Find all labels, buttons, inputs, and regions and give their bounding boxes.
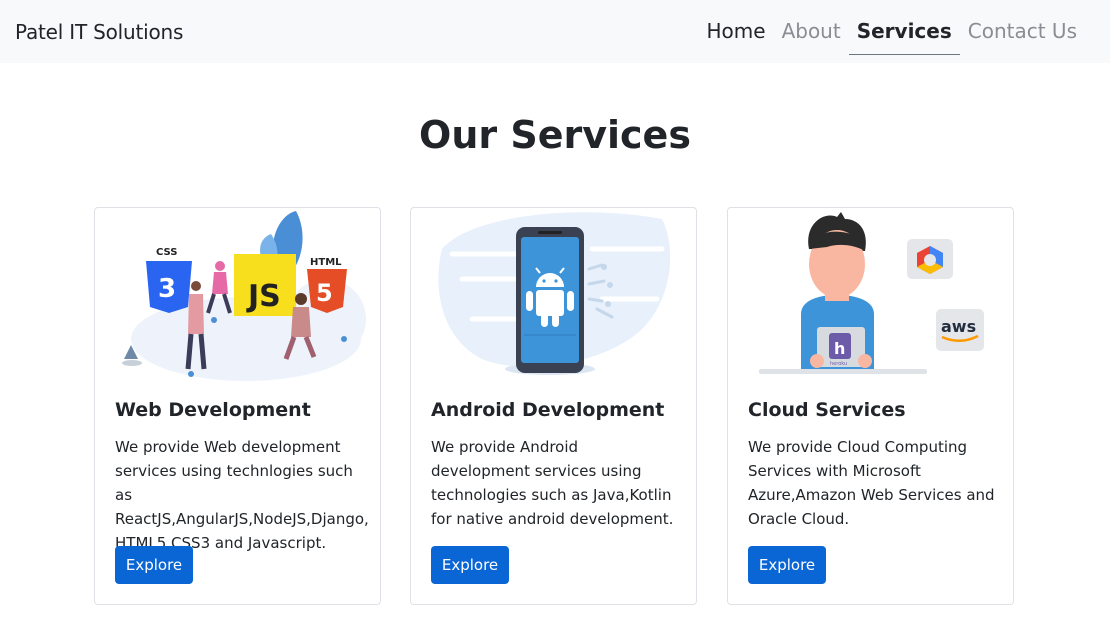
explore-button[interactable]: Explore <box>115 546 193 584</box>
nav-links: Home About Services Contact Us <box>699 0 1086 63</box>
nav-home[interactable]: Home <box>699 0 774 63</box>
card-title: Android Development <box>431 399 665 421</box>
explore-button[interactable]: Explore <box>748 546 826 584</box>
html-logo-text: HTML <box>310 257 342 268</box>
page-title: Our Services <box>419 113 691 157</box>
svg-text:5: 5 <box>316 279 333 307</box>
nav-about[interactable]: About <box>774 0 849 63</box>
card-cloud-services: h heroku aws Cloud Services We provide C… <box>727 207 1014 605</box>
card-text: We provide Web development services usin… <box>115 438 369 552</box>
cloud-services-illustration: h heroku aws <box>759 212 984 374</box>
aws-logo-text: aws <box>941 317 976 336</box>
navbar-brand[interactable]: Patel IT Solutions <box>15 20 183 44</box>
android-illustration <box>438 212 671 375</box>
navbar: Patel IT Solutions Home About Services C… <box>0 0 1110 63</box>
svg-text:3: 3 <box>158 274 176 304</box>
card-text: We provide Cloud Computing Services with… <box>748 438 995 528</box>
explore-button[interactable]: Explore <box>431 546 509 584</box>
svg-text:h: h <box>834 339 845 358</box>
css-logo-text: CSS <box>156 247 177 258</box>
card-title: Web Development <box>115 399 311 421</box>
web-development-illustration: JS CSS 3 HTML 5 <box>122 211 366 381</box>
js-logo-text: JS <box>246 279 281 314</box>
card-text: We provide Android development services … <box>431 438 674 528</box>
card-title: Cloud Services <box>748 399 906 421</box>
heroku-label: heroku <box>830 361 847 367</box>
nav-contact[interactable]: Contact Us <box>960 0 1085 63</box>
card-web-development: JS CSS 3 HTML 5 Web Development We provi… <box>94 207 381 605</box>
card-android-development: Android Development We provide Android d… <box>410 207 697 605</box>
nav-services[interactable]: Services <box>848 0 960 63</box>
